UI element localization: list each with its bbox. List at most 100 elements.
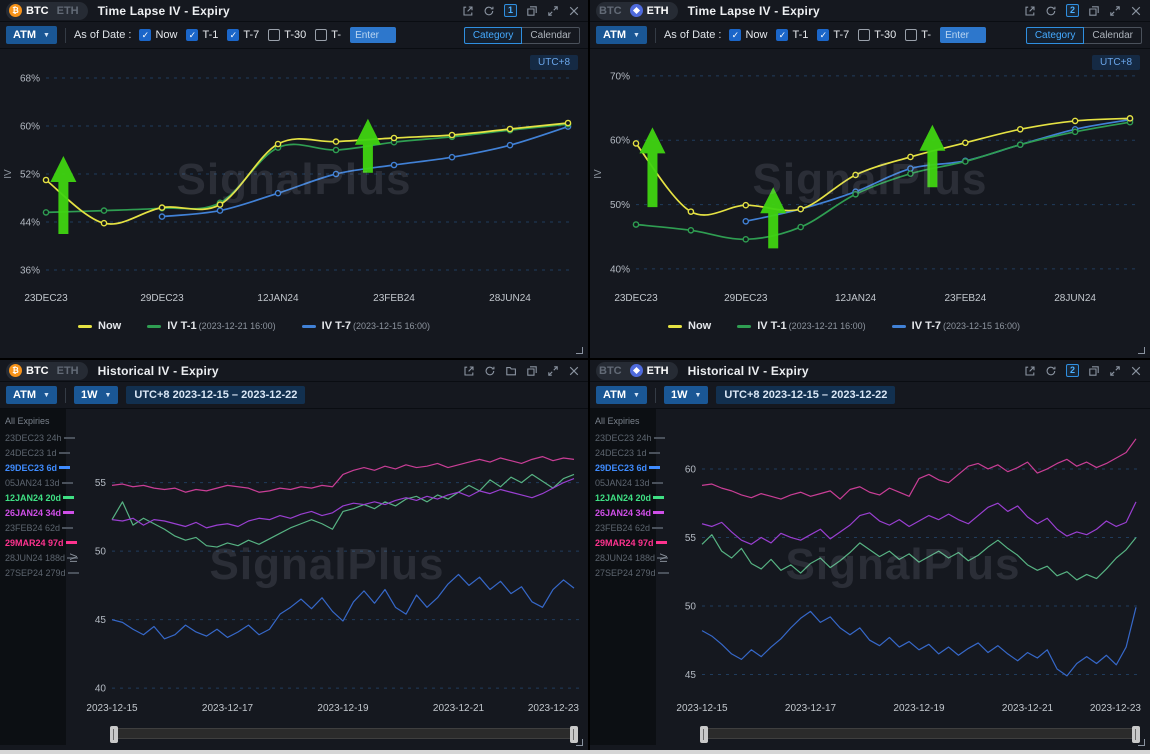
checkbox-t-7[interactable]: ✓T-7 xyxy=(227,29,259,41)
checkbox-box[interactable]: ✓ xyxy=(817,29,829,41)
window-count-badge[interactable]: 2 xyxy=(1066,4,1079,17)
folder-icon[interactable] xyxy=(505,365,517,377)
refresh-icon[interactable] xyxy=(484,365,496,377)
expiry-item[interactable]: 05JAN24 13d xyxy=(0,475,66,490)
time-range-slider[interactable] xyxy=(700,728,1140,739)
chart-canvas[interactable]: 40455055IV2023-12-152023-12-172023-12-19… xyxy=(66,409,588,721)
strike-select[interactable]: ATM ▼ xyxy=(596,386,647,404)
checkbox-now[interactable]: ✓Now xyxy=(729,29,767,41)
checkbox-box[interactable] xyxy=(268,29,280,41)
historical-chart[interactable]: SignalPlus 45505560IV2023-12-152023-12-1… xyxy=(656,409,1150,721)
expiry-item[interactable]: 23FEB24 62d xyxy=(0,520,66,535)
checkbox-box[interactable]: ✓ xyxy=(139,29,151,41)
checkbox-box[interactable]: ✓ xyxy=(776,29,788,41)
resize-handle[interactable] xyxy=(576,739,583,746)
tab-eth[interactable]: ETH xyxy=(630,4,669,17)
chart-canvas[interactable]: 45505560IV2023-12-152023-12-172023-12-19… xyxy=(656,409,1150,721)
tab-btc[interactable]: ₿ BTC xyxy=(9,364,49,377)
expand-icon[interactable] xyxy=(1109,5,1121,17)
chart-canvas[interactable]: 40%50%60%70%IV23DEC2329DEC2312JAN2423FEB… xyxy=(590,49,1150,311)
duplicate-icon[interactable] xyxy=(526,5,538,17)
checkbox-now[interactable]: ✓Now xyxy=(139,29,177,41)
expiry-item[interactable]: 29DEC23 6d xyxy=(0,460,66,475)
tab-eth[interactable]: ETH xyxy=(57,5,79,17)
duplicate-icon[interactable] xyxy=(1088,365,1100,377)
checkbox-t-1[interactable]: ✓T-1 xyxy=(186,29,218,41)
expiry-item[interactable]: 12JAN24 20d xyxy=(590,490,656,505)
historical-chart[interactable]: SignalPlus 40455055IV2023-12-152023-12-1… xyxy=(66,409,588,721)
open-icon[interactable] xyxy=(1024,365,1036,377)
expiry-item[interactable]: 27SEP24 279d xyxy=(0,565,66,580)
expiry-item[interactable]: 29MAR24 97d xyxy=(590,535,656,550)
expiry-item[interactable]: 24DEC23 1d xyxy=(0,445,66,460)
expiry-item[interactable]: 26JAN24 34d xyxy=(0,505,66,520)
expiry-item[interactable]: 27SEP24 279d xyxy=(590,565,656,580)
legend-item[interactable]: Now xyxy=(668,320,711,332)
period-select[interactable]: 1W ▼ xyxy=(664,386,708,404)
strike-select[interactable]: ATM ▼ xyxy=(596,26,647,44)
window-count-badge[interactable]: 2 xyxy=(1066,364,1079,377)
legend-item[interactable]: IV T-1(2023-12-21 16:00) xyxy=(737,320,865,332)
checkbox-box[interactable]: ✓ xyxy=(227,29,239,41)
close-icon[interactable] xyxy=(568,5,580,17)
category-view-button[interactable]: Category xyxy=(464,27,523,44)
expiry-item[interactable]: 29DEC23 6d xyxy=(590,460,656,475)
checkbox-t-[interactable]: T- xyxy=(905,29,931,41)
refresh-icon[interactable] xyxy=(483,5,495,17)
expiry-item[interactable]: 28JUN24 188d xyxy=(590,550,656,565)
expiry-item[interactable]: 23DEC23 24h xyxy=(0,430,66,445)
calendar-view-button[interactable]: Calendar xyxy=(522,27,580,44)
custom-tenor-input[interactable] xyxy=(350,27,396,43)
checkbox-box[interactable] xyxy=(858,29,870,41)
duplicate-icon[interactable] xyxy=(1088,5,1100,17)
slider-handle-left[interactable] xyxy=(700,726,708,743)
open-icon[interactable] xyxy=(462,5,474,17)
checkbox-t-1[interactable]: ✓T-1 xyxy=(776,29,808,41)
resize-handle[interactable] xyxy=(1138,739,1145,746)
strike-select[interactable]: ATM ▼ xyxy=(6,386,57,404)
legend-item[interactable]: IV T-7(2023-12-15 16:00) xyxy=(892,320,1020,332)
expand-icon[interactable] xyxy=(547,365,559,377)
expiry-item[interactable]: 23FEB24 62d xyxy=(590,520,656,535)
checkbox-box[interactable]: ✓ xyxy=(186,29,198,41)
strike-select[interactable]: ATM ▼ xyxy=(6,26,57,44)
tab-btc[interactable]: ₿ BTC xyxy=(9,4,49,17)
window-count-badge[interactable]: 1 xyxy=(504,4,517,17)
expiry-item[interactable]: 24DEC23 1d xyxy=(590,445,656,460)
checkbox-t-[interactable]: T- xyxy=(315,29,341,41)
expiry-item[interactable]: 28JUN24 188d xyxy=(0,550,66,565)
tab-btc[interactable]: BTC xyxy=(599,5,622,17)
custom-tenor-input[interactable] xyxy=(940,27,986,43)
close-icon[interactable] xyxy=(568,365,580,377)
checkbox-t-7[interactable]: ✓T-7 xyxy=(817,29,849,41)
expiry-item[interactable]: 23DEC23 24h xyxy=(590,430,656,445)
expiry-item[interactable]: 26JAN24 34d xyxy=(590,505,656,520)
time-range-slider[interactable] xyxy=(110,728,578,739)
category-view-button[interactable]: Category xyxy=(1026,27,1085,44)
expiry-item[interactable]: 12JAN24 20d xyxy=(0,490,66,505)
refresh-icon[interactable] xyxy=(1045,5,1057,17)
chart-canvas[interactable]: 36%44%52%60%68%IV23DEC2329DEC2312JAN2423… xyxy=(0,49,588,311)
checkbox-box[interactable]: ✓ xyxy=(729,29,741,41)
expand-icon[interactable] xyxy=(547,5,559,17)
checkbox-box[interactable] xyxy=(905,29,917,41)
tab-eth[interactable]: ETH xyxy=(57,365,79,377)
expand-icon[interactable] xyxy=(1109,365,1121,377)
close-icon[interactable] xyxy=(1130,5,1142,17)
timelapse-chart[interactable]: SignalPlus UTC+8 36%44%52%60%68%IV23DEC2… xyxy=(0,49,588,311)
duplicate-icon[interactable] xyxy=(526,365,538,377)
open-icon[interactable] xyxy=(463,365,475,377)
legend-item[interactable]: Now xyxy=(78,320,121,332)
expiry-item[interactable]: 29MAR24 97d xyxy=(0,535,66,550)
timelapse-chart[interactable]: SignalPlus UTC+8 40%50%60%70%IV23DEC2329… xyxy=(590,49,1150,311)
open-icon[interactable] xyxy=(1024,5,1036,17)
period-select[interactable]: 1W ▼ xyxy=(74,386,118,404)
expiry-item[interactable]: 05JAN24 13d xyxy=(590,475,656,490)
resize-handle[interactable] xyxy=(1138,347,1145,354)
checkbox-box[interactable] xyxy=(315,29,327,41)
close-icon[interactable] xyxy=(1130,365,1142,377)
resize-handle[interactable] xyxy=(576,347,583,354)
legend-item[interactable]: IV T-1(2023-12-21 16:00) xyxy=(147,320,275,332)
slider-handle-left[interactable] xyxy=(110,726,118,743)
refresh-icon[interactable] xyxy=(1045,365,1057,377)
